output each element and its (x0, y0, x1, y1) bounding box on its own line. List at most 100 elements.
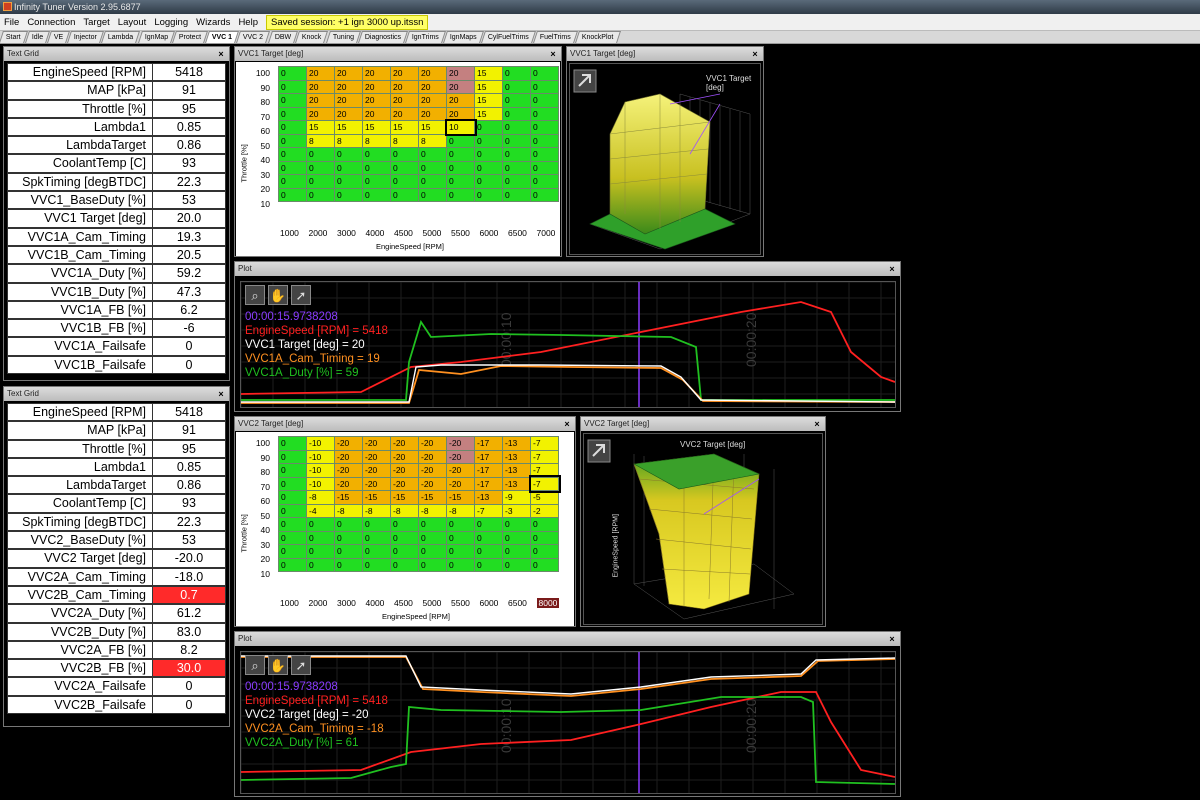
tab-protect[interactable]: Protect (172, 31, 209, 43)
map-cell[interactable]: 0 (446, 544, 475, 559)
row-header[interactable]: 100 (252, 68, 270, 78)
map-cell[interactable]: -20 (390, 463, 419, 478)
text-grid-row[interactable]: VVC2B_Failsafe 0 (7, 695, 226, 715)
column-header[interactable]: 3000 (337, 598, 356, 608)
menu-layout[interactable]: Layout (114, 14, 151, 31)
window-title-bar[interactable]: VVC2 Target [deg] × (581, 417, 825, 431)
map-cell[interactable]: 0 (334, 187, 363, 202)
map-cell[interactable]: -20 (334, 436, 363, 451)
map-cell[interactable]: 0 (502, 133, 531, 148)
row-header[interactable]: 30 (252, 170, 270, 180)
map-cell[interactable]: -20 (418, 436, 447, 451)
map-cell[interactable]: -20 (418, 476, 447, 491)
map-cell[interactable]: -10 (306, 476, 335, 491)
map-cell[interactable]: -4 (306, 503, 335, 518)
map-cell[interactable]: 0 (474, 147, 503, 162)
pan-hand-icon[interactable]: ✋ (268, 285, 288, 305)
tab-cylfueltrims[interactable]: CylFuelTrims (480, 31, 536, 43)
column-header[interactable]: 6000 (480, 228, 499, 238)
map-cell[interactable]: 0 (474, 174, 503, 189)
tab-knockplot[interactable]: KnockPlot (574, 31, 621, 43)
map-cell[interactable]: 0 (446, 133, 475, 148)
close-icon[interactable]: × (750, 49, 760, 59)
map-cell[interactable]: 20 (362, 79, 391, 94)
map-cell[interactable]: 0 (278, 517, 307, 532)
menu-connection[interactable]: Connection (23, 14, 79, 31)
text-grid-row[interactable]: CoolantTemp [C] 93 (7, 494, 226, 513)
tab-knock[interactable]: Knock (295, 31, 329, 43)
map-cell[interactable]: 0 (362, 187, 391, 202)
map-cell[interactable]: 20 (362, 66, 391, 81)
text-grid-row[interactable]: EngineSpeed [RPM] 5418 (7, 63, 226, 82)
window-title-bar[interactable]: VVC2 Target [deg] × (235, 417, 575, 431)
map-cell[interactable]: 0 (474, 160, 503, 175)
column-header[interactable]: 1000 (280, 228, 299, 238)
window-title-bar[interactable]: Text Grid × (4, 387, 229, 401)
map-cell[interactable]: 15 (474, 106, 503, 121)
map-cell[interactable]: -20 (390, 436, 419, 451)
map-cell[interactable]: 8 (334, 133, 363, 148)
tab-ignmaps[interactable]: IgnMaps (442, 31, 484, 43)
row-header[interactable]: 100 (252, 438, 270, 448)
text-grid-row[interactable]: VVC2B_FB [%] 30.0 (7, 659, 226, 678)
text-grid-row[interactable]: VVC2A_FB [%] 8.2 (7, 640, 226, 660)
close-icon[interactable]: × (548, 49, 558, 59)
map-cell[interactable]: 20 (390, 106, 419, 121)
map-cell[interactable]: 0 (446, 174, 475, 189)
row-header[interactable]: 60 (252, 496, 270, 506)
map-cell[interactable]: 0 (362, 160, 391, 175)
map-cell[interactable]: -20 (362, 463, 391, 478)
window-title-bar[interactable]: Plot × (235, 632, 900, 646)
map-cell[interactable]: 0 (530, 530, 559, 545)
map-cell[interactable]: 0 (530, 517, 559, 532)
row-header[interactable]: 70 (252, 482, 270, 492)
map-cell[interactable]: 0 (334, 160, 363, 175)
map-cell[interactable]: 15 (474, 66, 503, 81)
map-cell[interactable]: 20 (334, 93, 363, 108)
text-grid-row[interactable]: Throttle [%] 95 (7, 99, 226, 118)
map-cell[interactable]: -15 (446, 490, 475, 505)
tab-igntrims[interactable]: IgnTrims (404, 31, 446, 43)
row-header[interactable]: 60 (252, 126, 270, 136)
tab-dbw[interactable]: DBW (267, 31, 299, 43)
text-grid-row[interactable]: Throttle [%] 95 (7, 439, 226, 458)
map-cell[interactable]: 0 (390, 174, 419, 189)
map-cell[interactable]: -8 (334, 503, 363, 518)
row-header[interactable]: 50 (252, 511, 270, 521)
map-cell[interactable]: 0 (446, 160, 475, 175)
map-cell[interactable]: 0 (390, 530, 419, 545)
column-header[interactable]: 2000 (309, 228, 328, 238)
text-grid-row[interactable]: VVC1B_FB [%] -6 (7, 319, 226, 338)
map-cell[interactable]: 0 (530, 544, 559, 559)
map-cell[interactable]: 0 (474, 133, 503, 148)
text-grid-row[interactable]: MAP [kPa] 91 (7, 81, 226, 100)
map-cell[interactable]: -7 (474, 503, 503, 518)
close-icon[interactable]: × (812, 419, 822, 429)
map-cell[interactable]: 0 (418, 187, 447, 202)
map-cell[interactable]: 0 (306, 557, 335, 572)
map-cell[interactable]: -2 (530, 503, 559, 518)
map-cell[interactable]: 15 (362, 120, 391, 135)
map-cell[interactable]: 0 (418, 147, 447, 162)
map-cell[interactable]: 0 (278, 106, 307, 121)
map-cell[interactable]: 0 (278, 79, 307, 94)
map-cell[interactable]: 0 (278, 436, 307, 451)
column-header[interactable]: 4500 (394, 228, 413, 238)
text-grid-row[interactable]: VVC2B_Duty [%] 83.0 (7, 622, 226, 641)
vvc2-map-table[interactable]: 0 -10 -20 -20 -20 -20 -20 -17 -13 -7 0 -10 -20 -20 -20… (278, 436, 561, 572)
map-cell[interactable]: -8 (306, 490, 335, 505)
map-cell[interactable]: 0 (306, 147, 335, 162)
map-cell[interactable]: -20 (446, 463, 475, 478)
text-grid-row[interactable]: VVC1_BaseDuty [%] 53 (7, 191, 226, 210)
close-icon[interactable]: × (887, 264, 897, 274)
column-header[interactable]: 6500 (508, 228, 527, 238)
close-icon[interactable]: × (887, 634, 897, 644)
map-cell[interactable]: 0 (474, 187, 503, 202)
map-cell[interactable]: 0 (418, 557, 447, 572)
text-grid-row[interactable]: CoolantTemp [C] 93 (7, 154, 226, 173)
text-grid-row[interactable]: SpkTiming [degBTDC] 22.3 (7, 512, 226, 532)
map-cell[interactable]: 0 (502, 120, 531, 135)
menu-logging[interactable]: Logging (150, 14, 192, 31)
text-grid-row[interactable]: VVC2A_Failsafe 0 (7, 677, 226, 696)
map-cell[interactable]: 20 (418, 93, 447, 108)
